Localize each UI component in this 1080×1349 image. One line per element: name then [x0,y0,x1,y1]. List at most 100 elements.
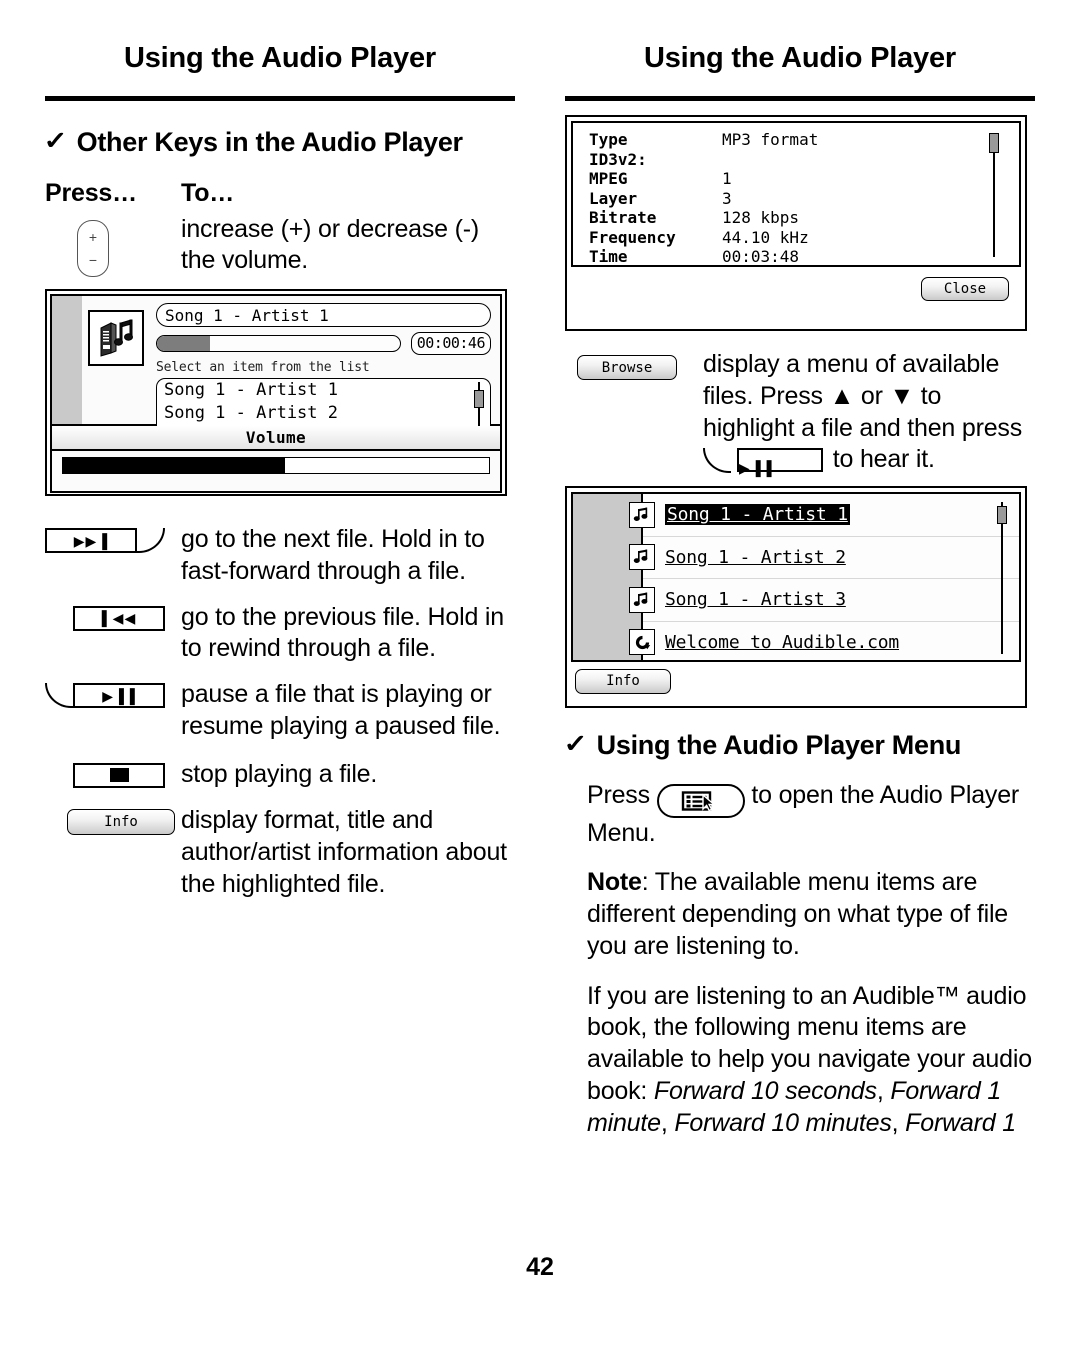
note-label: Note [587,868,642,897]
info-value-frequency: 44.10 kHz [722,227,809,247]
checkmark-icon: ✓ [43,127,68,155]
file-browser-screen-figure: Song 1 - Artist 1 Song 1 - Artist 2 Song… [565,486,1027,708]
separator: , [660,1108,675,1137]
table-row: ▶▶▐ go to the next file. Hold in to fast… [45,522,515,588]
browse-key-row: Browse display a menu of available files… [565,349,1035,476]
menu-item-forward-10-minutes: Forward 10 minutes [674,1108,892,1137]
menu-item-forward-1: Forward 1 [905,1108,1016,1137]
file-browser-panel: Song 1 - Artist 1 Song 1 - Artist 2 Song… [571,492,1021,662]
section-heading-audio-player-menu: ✓ Using the Audio Player Menu [563,730,1035,762]
key-description: go to the previous file. Hold in to rewi… [181,602,504,663]
info-key-layer: Layer [589,188,638,208]
previous-file-key[interactable]: ▌◀◀ [73,605,165,631]
key-description: display format, title and author/artist … [181,806,507,898]
next-file-key[interactable]: ▶▶▐ [45,528,165,554]
minus-icon: − [88,251,98,268]
list-item-label: Song 1 - Artist 3 [665,589,846,611]
list-item[interactable]: Song 1 - Artist 1 [629,494,1019,537]
note-text: : The available menu items are different… [587,868,1009,960]
key-cell: ▶▐▐ [45,677,181,709]
key-cell: + − [45,212,181,277]
audible-paragraph: If you are listening to an Audible™ audi… [587,981,1035,1140]
player-main-area: Song 1 - Artist 1 00:00:46 Select an ite… [50,294,502,427]
list-item[interactable]: Song 1 - Artist 3 [629,579,1019,622]
info-scrollbar-thumb[interactable] [989,133,999,153]
header-rule-left [45,96,515,101]
key-cell: Browse [565,349,703,380]
info-value-layer: 3 [722,188,732,208]
browse-description-text-after: to hear it. [832,445,935,474]
stop-key[interactable] [73,762,165,788]
info-key-id3v2: ID3v2: [589,149,647,169]
play-pause-key[interactable]: ▶▐▐ [45,683,165,709]
list-item[interactable]: Song 1 - Artist 1 [157,379,490,402]
browser-scrollbar-thumb[interactable] [997,506,1007,524]
audio-player-screen-figure: Song 1 - Artist 1 00:00:46 Select an ite… [45,289,507,497]
jukebox-music-note-icon [88,310,144,367]
volume-slider[interactable] [62,457,490,475]
list-scrollbar-thumb[interactable] [474,390,484,409]
file-browser-footer: Info [571,662,1021,700]
page-number: 42 [526,1253,554,1281]
browse-key-description: display a menu of available files. Press… [703,349,1035,476]
table-row: stop playing a file. [45,757,515,791]
list-item-label-selected: Song 1 - Artist 1 [164,380,338,401]
key-cell: Info [45,803,181,836]
next-track-icon: ▶▶▐ [73,532,109,549]
volume-title-bar: Volume [50,424,502,452]
volume-slider-fill [63,458,285,474]
key-description: stop playing a file. [181,759,378,788]
table-row: Info display format, title and author/ar… [45,803,515,900]
file-info-dialog-figure: Type MP3 format ID3v2: MPEG 1 Layer 3 Bi… [565,115,1027,331]
list-item-label: Song 1 - Artist 1 [665,504,850,526]
table-row: ▶▐▐ pause a file that is playing or resu… [45,677,515,743]
note-paragraph: Note: The available menu items are diffe… [587,867,1035,962]
playback-progress-bar[interactable] [156,335,401,353]
close-button[interactable]: Close [921,277,1009,301]
player-file-list[interactable]: Song 1 - Artist 1 Song 1 - Artist 2 [156,378,491,427]
table-row: MPEG 1 [589,169,818,189]
info-value-id3v2 [722,150,818,170]
info-value-time: 00:03:48 [722,247,800,266]
progress-row: 00:00:46 [156,332,491,356]
volume-rocker-key[interactable]: + − [77,219,109,277]
list-item[interactable]: Song 1 - Artist 2 [157,402,490,425]
info-key-time: Time [589,247,628,266]
info-key-bitrate: Bitrate [589,208,657,227]
play-pause-key-inline[interactable]: ▶▐▐ [703,448,823,475]
browse-key[interactable]: Browse [577,355,677,380]
table-row: Frequency 44.10 kHz [589,228,818,248]
table-row: ID3v2: [589,150,818,170]
list-scrollbar[interactable] [474,382,484,427]
list-item[interactable]: Song 1 - Artist 2 [629,537,1019,579]
info-key-frequency: Frequency [589,227,676,247]
menu-key[interactable] [656,783,745,818]
info-key-type: Type [589,130,628,149]
checkmark-icon: ✓ [563,730,588,758]
column-header-to: To… [181,178,235,207]
left-column: Using the Audio Player ✓ Other Keys in t… [43,0,515,901]
info-value-type: MP3 format [722,130,819,149]
right-column: Using the Audio Player Type MP3 format I… [563,0,1035,1140]
key-description: pause a file that is playing or resume p… [181,680,501,740]
key-cell: ▶▶▐ [45,522,181,554]
info-dialog-footer: Close [571,267,1021,311]
running-head-left: Using the Audio Player [124,42,436,74]
list-item-label: Welcome to Audible.com [665,631,900,653]
info-button[interactable]: Info [575,668,671,694]
list-item[interactable]: Welcome to Audible.com [629,622,1019,661]
info-key[interactable]: Info [67,809,175,836]
playback-progress-fill [157,336,211,352]
separator: , [876,1076,891,1105]
play-pause-icon: ▶▐▐ [102,687,136,704]
info-key-mpeg: MPEG [589,169,628,188]
info-scrollbar[interactable] [989,133,999,257]
menu-instruction-after: to open the Audio Player Menu. [587,780,1020,847]
section-heading-label: Other Keys in the Audio Player [76,127,463,157]
player-body: Song 1 - Artist 1 00:00:46 Select an ite… [150,296,500,427]
key-description: go to the next file. Hold in to fast-for… [181,525,485,585]
separator: , [891,1108,906,1137]
browser-file-list[interactable]: Song 1 - Artist 1 Song 1 - Artist 2 Song… [629,494,1019,661]
now-playing-title: Song 1 - Artist 1 [156,303,491,328]
browser-scrollbar[interactable] [997,502,1007,654]
